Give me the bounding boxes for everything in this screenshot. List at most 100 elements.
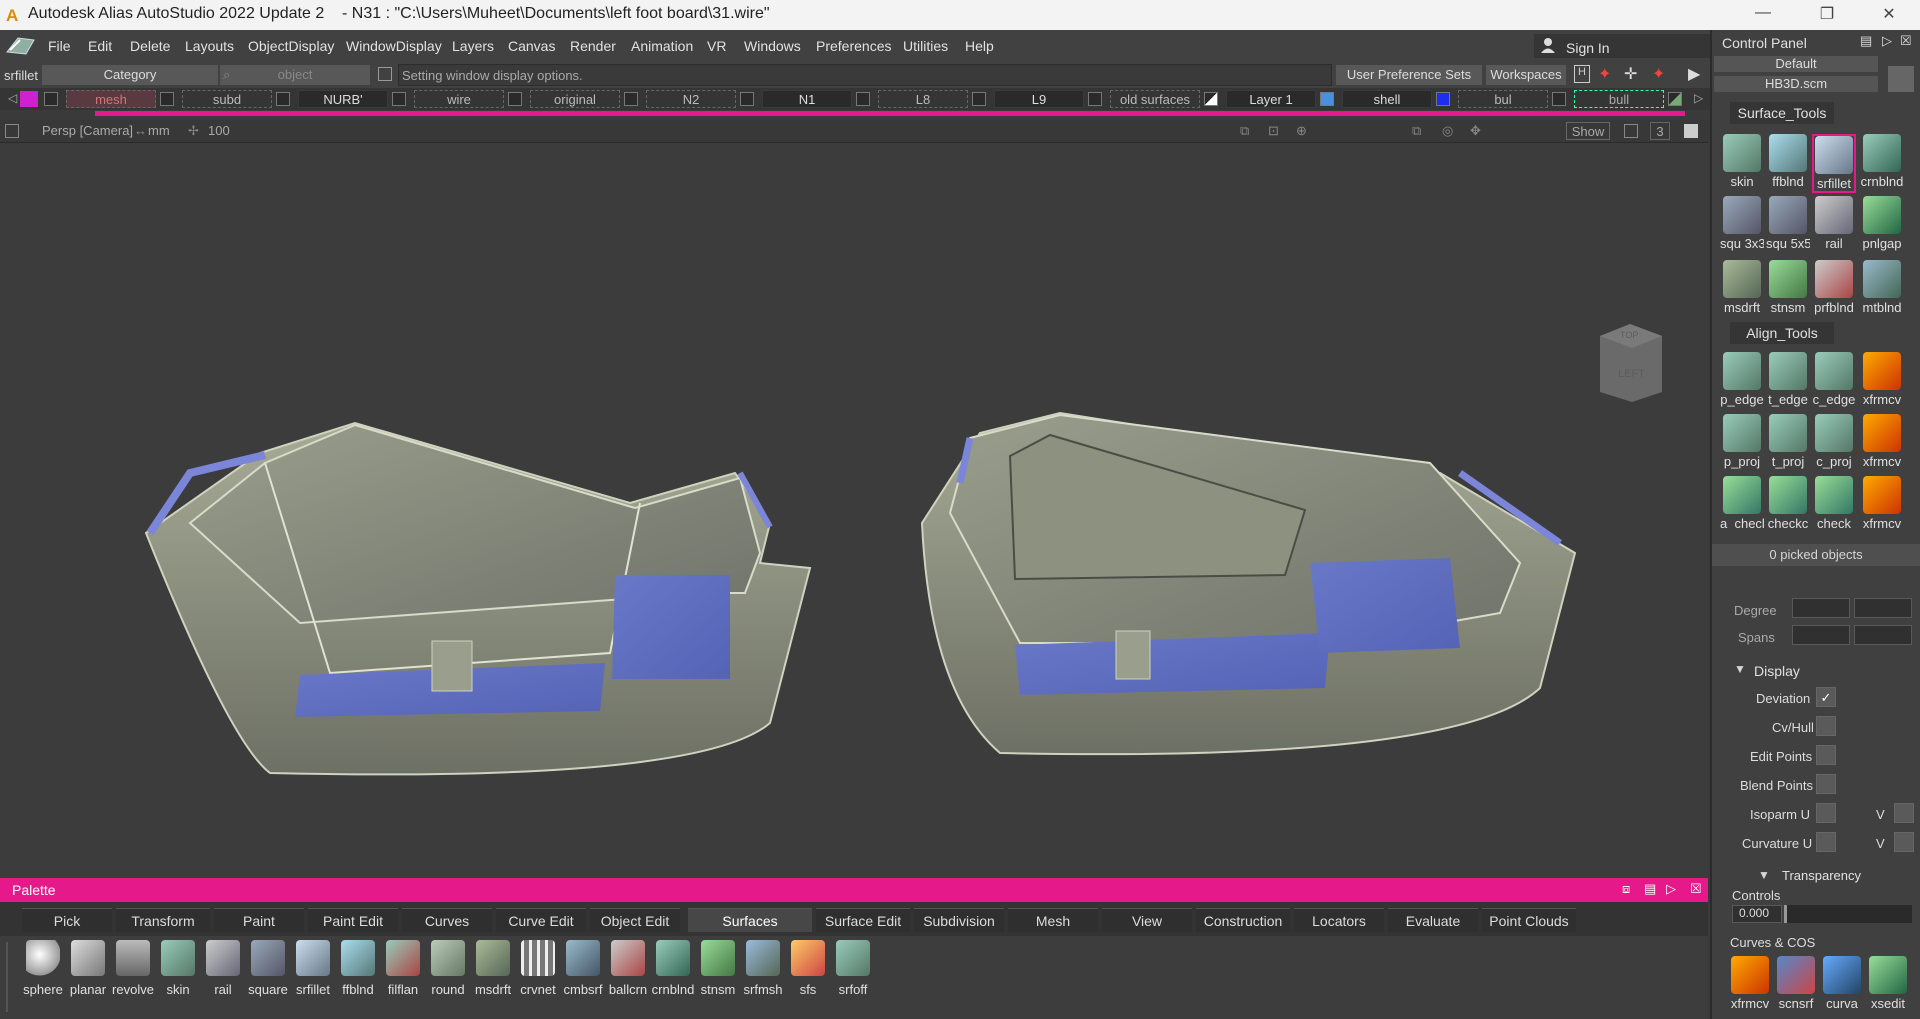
palette-pin-icon[interactable]: ⧈ (1622, 881, 1630, 897)
isoparm-u-checkbox[interactable] (1816, 803, 1836, 823)
minimize-button[interactable]: — (1748, 4, 1778, 26)
curvature-u-checkbox[interactable] (1816, 832, 1836, 852)
tool-cmbsrf[interactable]: cmbsrf (560, 936, 606, 997)
scroll-left-icon[interactable]: ◁ (8, 91, 17, 105)
controls-value-field[interactable]: 0.000 (1732, 905, 1782, 923)
cvhull-checkbox[interactable] (1816, 716, 1836, 736)
menu-preferences[interactable]: Preferences (816, 38, 891, 54)
tool-round[interactable]: round (425, 936, 471, 997)
tool-sphere[interactable]: sphere (20, 936, 66, 997)
layer-color-swatch[interactable] (20, 91, 38, 107)
tab-pick[interactable]: Pick (22, 908, 112, 932)
spans-u-field[interactable] (1792, 625, 1850, 645)
palette-list-icon[interactable]: ▤ (1644, 881, 1656, 897)
restore-button[interactable]: ❐ (1812, 4, 1842, 26)
cp-scnsrf[interactable]: scnsrf (1774, 956, 1818, 1011)
layer-shell[interactable]: shell (1342, 90, 1432, 108)
tool-square[interactable]: square (245, 936, 291, 997)
layer-l9[interactable]: L9 (994, 90, 1084, 108)
cp-menu-icon[interactable]: ▤ (1860, 33, 1872, 49)
tool-srfmsh[interactable]: srfmsh (740, 936, 786, 997)
palette-arrow-icon[interactable]: ▷ (1666, 881, 1676, 897)
cp-xfrmcv[interactable]: xfrmcv (1728, 956, 1772, 1011)
preset-dropdown[interactable]: Default (1714, 56, 1878, 72)
layer-old-surfaces[interactable]: old surfaces (1110, 90, 1200, 108)
workspaces-button[interactable]: Workspaces (1486, 65, 1566, 85)
tool-crnblnd[interactable]: crnblnd (650, 936, 696, 997)
picked-objects-bar[interactable]: 0 picked objects (1712, 544, 1920, 566)
cp-arrow-icon[interactable]: ▷ (1882, 33, 1892, 49)
tab-view[interactable]: View (1102, 908, 1192, 932)
tab-paint[interactable]: Paint (214, 908, 304, 932)
layer-checkbox[interactable] (1320, 92, 1334, 106)
shelf-stnsm[interactable]: stnsm (1766, 260, 1810, 315)
cp-close-icon[interactable]: ☒ (1900, 33, 1912, 49)
viewport-maximize-icon[interactable] (5, 124, 19, 138)
display-expand-icon[interactable]: ▼ (1734, 662, 1746, 676)
tab-construction[interactable]: Construction (1196, 908, 1290, 932)
shelf-msdrft[interactable]: msdrft (1720, 260, 1764, 315)
pan-icon[interactable]: ✥ (1470, 123, 1481, 139)
play-icon[interactable]: ▶ (1688, 64, 1706, 84)
menu-canvas[interactable]: Canvas (508, 38, 555, 54)
workspace-h-icon[interactable]: H (1574, 65, 1590, 83)
shelf-crnblnd[interactable]: crnblnd (1860, 134, 1904, 189)
view-count[interactable]: 3 (1650, 122, 1670, 140)
curvature-v-checkbox[interactable] (1894, 832, 1914, 852)
left-foot-board[interactable] (144, 421, 812, 776)
shelf-p-proj[interactable]: p_proj (1720, 414, 1764, 469)
menu-file[interactable]: File (48, 38, 71, 54)
cp-curva[interactable]: curva (1820, 956, 1864, 1011)
current-tool-icon[interactable] (4, 32, 38, 58)
layer-checkbox[interactable] (1668, 92, 1682, 106)
editpoints-checkbox[interactable] (1816, 745, 1836, 765)
menu-layouts[interactable]: Layouts (185, 38, 234, 54)
layer-checkbox[interactable] (1552, 92, 1566, 106)
layer-bull[interactable]: bull (1574, 90, 1664, 108)
user-preference-sets-button[interactable]: User Preference Sets (1336, 65, 1482, 85)
shelf-xfrmcv-2[interactable]: xfrmcv (1860, 414, 1904, 469)
perspective-viewport[interactable]: TOP LEFT (0, 142, 1708, 878)
menu-objectdisplay[interactable]: ObjectDisplay (248, 38, 334, 54)
layer-checkbox[interactable] (1204, 92, 1218, 106)
tab-paint-edit[interactable]: Paint Edit (308, 908, 398, 932)
shelf-set-dropdown[interactable]: HB3D.scm (1714, 76, 1878, 92)
menu-windows[interactable]: Windows (744, 38, 801, 54)
shelf-check[interactable]: check (1812, 476, 1856, 528)
deviation-checkbox[interactable]: ✓ (1816, 687, 1836, 707)
layer-checkbox[interactable] (276, 92, 290, 106)
shelf-checkc[interactable]: checkc (1766, 476, 1810, 528)
layer-bul[interactable]: bul (1458, 90, 1548, 108)
tool-sfs[interactable]: sfs (785, 936, 831, 997)
tool-msdrft[interactable]: msdrft (470, 936, 516, 997)
menu-animation[interactable]: Animation (631, 38, 693, 54)
tool-rail[interactable]: rail (200, 936, 246, 997)
layer-mesh[interactable]: mesh (66, 90, 156, 108)
tab-transform[interactable]: Transform (116, 908, 210, 932)
menu-vr[interactable]: VR (707, 38, 726, 54)
shelf-pnlgap[interactable]: pnlgap (1860, 196, 1904, 251)
camera-icon[interactable]: ⊡ (1268, 123, 1279, 139)
layer-checkbox[interactable] (44, 92, 58, 106)
shelf-a-checkt[interactable]: a_checkt (1720, 476, 1764, 528)
shelf-squ5x5[interactable]: squ 5x5 (1766, 196, 1810, 251)
shelf-prfblnd[interactable]: prfblnd (1812, 260, 1856, 315)
shelf-xfrmcv[interactable]: xfrmcv (1860, 352, 1904, 407)
shelf-ffblnd[interactable]: ffblnd (1766, 134, 1810, 189)
menu-windowdisplay[interactable]: WindowDisplay (346, 38, 442, 54)
show-button[interactable]: Show (1566, 122, 1610, 140)
blendpoints-checkbox[interactable] (1816, 774, 1836, 794)
layer-subd[interactable]: subd (182, 90, 272, 108)
layer-wire[interactable]: wire (414, 90, 504, 108)
window-icon[interactable] (1684, 124, 1698, 138)
tool-stnsm[interactable]: stnsm (695, 936, 741, 997)
layer-checkbox[interactable] (856, 92, 870, 106)
category-field[interactable]: Category (42, 65, 218, 85)
tool-filflan[interactable]: filflan (380, 936, 426, 997)
isoparm-v-checkbox[interactable] (1894, 803, 1914, 823)
tool-ffblnd[interactable]: ffblnd (335, 936, 381, 997)
render-icon[interactable]: ⧉ (1240, 123, 1249, 139)
target-icon[interactable]: ◎ (1442, 123, 1453, 139)
shelf-mtblnd[interactable]: mtblnd (1860, 260, 1904, 315)
object-field[interactable]: ⌕ object (220, 65, 370, 85)
